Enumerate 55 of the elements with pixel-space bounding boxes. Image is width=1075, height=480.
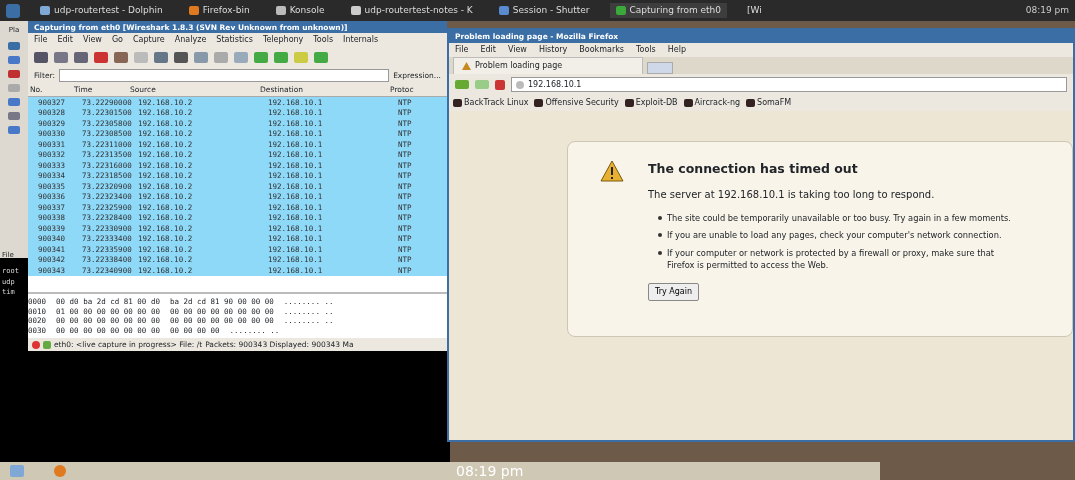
taskbar-task[interactable]: Konsole xyxy=(269,2,331,19)
toolbar-icon[interactable] xyxy=(94,51,108,63)
bookmark-link[interactable]: BackTrack Linux xyxy=(453,97,529,109)
error-hint: The site could be temporarily unavailable or too busy. Try again in a few moments. xyxy=(667,211,1011,225)
taskbar-task[interactable]: Session - Shutter xyxy=(492,2,596,19)
menu-item[interactable]: Go xyxy=(111,34,123,46)
menu-item[interactable]: Edit xyxy=(480,44,496,56)
clock: 08:19 pm xyxy=(1025,3,1069,17)
try-again-button[interactable]: Try Again xyxy=(648,282,700,301)
menu-item[interactable]: Statistics xyxy=(216,34,253,46)
menu-item[interactable]: History xyxy=(538,44,568,56)
menu-item[interactable]: File xyxy=(455,44,469,56)
record-icon xyxy=(32,340,40,349)
error-hint: If your computer or network is protected by a firewall or proxy, make sure that Firefox is permitted to access the Web. xyxy=(667,246,995,272)
bullet-icon xyxy=(658,250,662,255)
taskbar-task[interactable]: Firefox-bin xyxy=(182,2,256,19)
menu-item[interactable]: Capture xyxy=(132,34,165,46)
taskbar-task[interactable]: [Wi xyxy=(741,2,768,19)
taskbar-task[interactable]: udp-routertest - Dolphin xyxy=(34,2,169,19)
menu-item[interactable]: Tools xyxy=(313,34,334,46)
taskbar-task[interactable]: Capturing from eth0 xyxy=(609,2,728,19)
toolbar-icon[interactable] xyxy=(154,51,168,63)
bookmark-link[interactable]: Aircrack-ng xyxy=(683,97,741,109)
new-tab-button[interactable] xyxy=(647,62,673,74)
menu-item[interactable]: Help xyxy=(667,44,686,56)
bookmark-link[interactable]: SomaFM xyxy=(746,97,792,109)
clock: 08:19 pm xyxy=(456,461,524,480)
menu-item[interactable]: Edit xyxy=(57,34,73,46)
taskbar-task[interactable]: udp-routertest-notes - K xyxy=(344,2,479,19)
filter-field[interactable] xyxy=(59,69,390,82)
menu-item[interactable]: View xyxy=(82,34,102,46)
menu-item[interactable]: Internals xyxy=(343,34,379,46)
toolbar-icon[interactable] xyxy=(114,51,128,63)
address-bar[interactable]: 192.168.10.1 xyxy=(511,77,1067,92)
error-hint: If you are unable to load any pages, check your computer's network connection. xyxy=(667,229,1002,242)
warning-icon xyxy=(600,160,624,182)
url-text: 192.168.10.1 xyxy=(528,78,582,91)
bookmark-link[interactable]: Offensive Security xyxy=(534,97,619,109)
error-message: The server at 192.168.10.1 is taking too long to respond. xyxy=(648,187,936,202)
warning-icon xyxy=(462,62,471,70)
toolbar-icon[interactable] xyxy=(74,51,88,63)
browser-tab[interactable]: Problem loading page xyxy=(453,57,643,74)
menu-item[interactable]: Tools xyxy=(636,44,656,56)
bookmark-link[interactable]: Exploit-DB xyxy=(624,97,678,109)
menu-item[interactable]: File xyxy=(34,34,48,46)
toolbar-icon[interactable] xyxy=(174,51,188,63)
toolbar-icon[interactable] xyxy=(54,51,68,63)
menu-item[interactable]: Analyze xyxy=(174,34,207,46)
bullet-icon xyxy=(658,233,662,238)
menu-item[interactable]: View xyxy=(507,44,527,56)
menu-item[interactable]: Bookmarks xyxy=(579,44,625,56)
menu-item[interactable]: Telephony xyxy=(262,34,304,46)
toolbar-icon[interactable] xyxy=(34,51,48,63)
bullet-icon xyxy=(658,215,662,220)
error-heading: The connection has timed out xyxy=(648,160,859,178)
